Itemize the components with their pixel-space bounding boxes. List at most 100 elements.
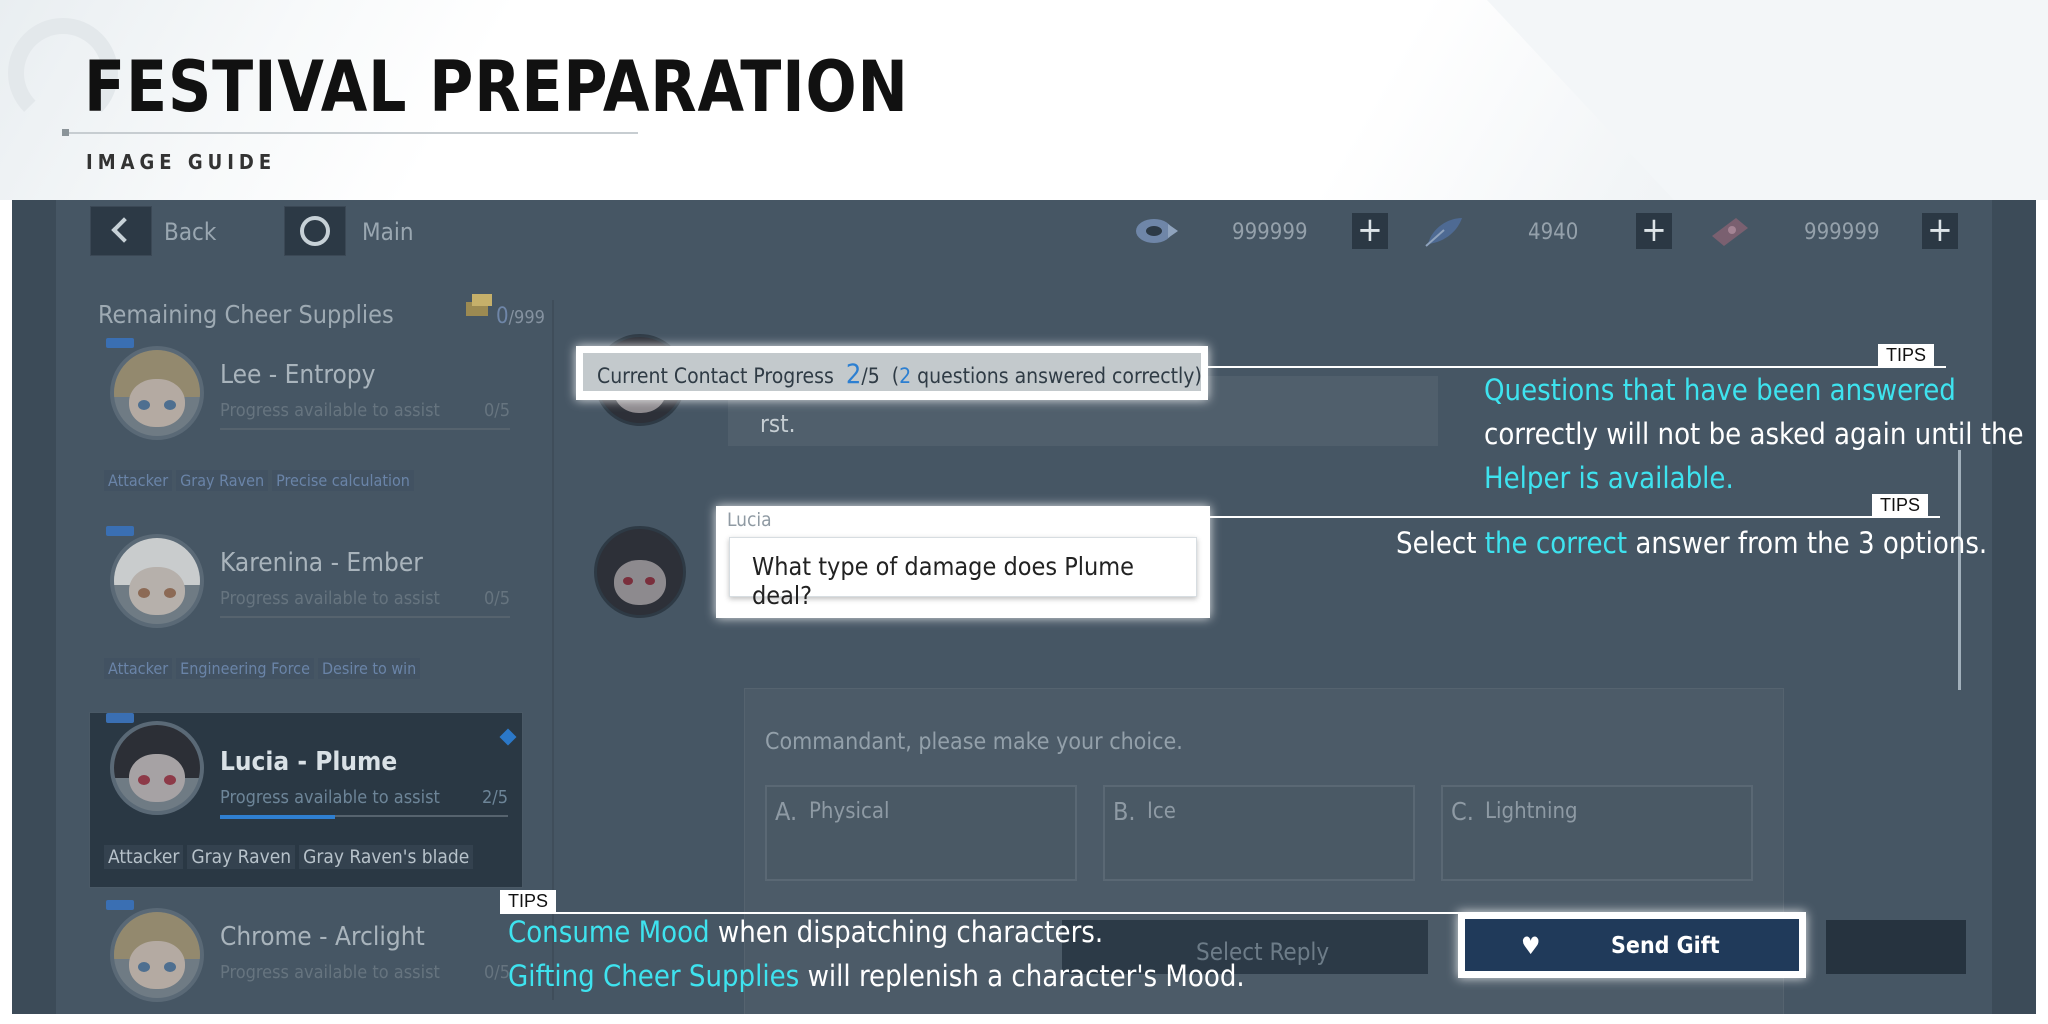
- option-c-button[interactable]: C. Lightning: [1441, 785, 1753, 881]
- character-progress-label: Progress available to assist: [220, 787, 440, 808]
- send-gift-button[interactable]: ♥ Send Gift: [1465, 919, 1799, 971]
- add-currency-2-button[interactable]: +: [1636, 213, 1672, 249]
- choice-prompt: Commandant, please make your choice.: [765, 729, 1183, 755]
- character-tags: Attacker Gray Raven Gray Raven's blade: [104, 845, 474, 869]
- send-gift-highlight: ♥ Send Gift: [1458, 912, 1806, 978]
- page-subtitle: IMAGE GUIDE: [86, 150, 277, 174]
- tip-text: answer from the 3 options.: [1627, 526, 1988, 560]
- chat-dots-icon: [106, 713, 134, 723]
- tips-badge: TIPS: [1872, 494, 1929, 516]
- speaker-avatar: [594, 526, 686, 618]
- character-tag: Attacker: [104, 845, 184, 869]
- chat-dots-icon: [106, 900, 134, 910]
- character-card-lucia[interactable]: Lucia - Plume Progress available to assi…: [89, 712, 523, 888]
- tip-select-answer: Select the correct answer from the 3 opt…: [1396, 521, 1987, 565]
- tips-badge: TIPS: [500, 890, 557, 912]
- contact-progress-note: questions answered correctly): [911, 364, 1202, 388]
- character-progress-label: Progress available to assist: [220, 962, 440, 983]
- character-progress-fill: [220, 815, 336, 819]
- tip-answered-questions: Questions that have been answered correct…: [1484, 368, 2044, 500]
- supplies-max: /999: [508, 307, 545, 328]
- heart-icon: ♥: [1521, 932, 1541, 960]
- contact-progress-label: Current Contact Progress: [597, 364, 834, 388]
- tip-highlight: Gifting Cheer Supplies: [508, 959, 800, 993]
- option-letter: B.: [1113, 797, 1136, 826]
- tips-badge: TIPS: [1878, 344, 1935, 366]
- character-card-karenina[interactable]: Karenina - Ember Progress available to a…: [90, 526, 524, 679]
- currency-1-value: 999999: [1232, 220, 1308, 245]
- character-tag: Gray Raven's blade: [299, 845, 474, 869]
- previous-message-text: rst.: [760, 410, 796, 438]
- character-progress-value: 0/5: [483, 588, 510, 609]
- add-currency-1-button[interactable]: +: [1352, 213, 1388, 249]
- main-button[interactable]: [284, 206, 346, 256]
- character-tag: Gray Raven: [176, 470, 269, 491]
- contact-progress-highlight: Current Contact Progress 2/5 (2 question…: [576, 346, 1208, 400]
- tips-connector-line: [1210, 516, 1940, 518]
- character-progress-bar: [220, 616, 510, 618]
- question-highlight: Lucia What type of damage does Plume dea…: [716, 506, 1210, 618]
- option-b-button[interactable]: B. Ice: [1103, 785, 1415, 881]
- character-name: Karenina - Ember: [220, 548, 423, 578]
- character-tags: Attacker Gray Raven Precise calculation: [104, 470, 414, 491]
- currency-3-value: 999999: [1804, 220, 1880, 245]
- tip-highlight: the correct: [1484, 526, 1628, 560]
- main-label: Main: [362, 218, 414, 246]
- character-tags: Attacker Engineering Force Desire to win: [104, 658, 421, 679]
- character-name: Lee - Entropy: [220, 360, 376, 390]
- avatar: [110, 908, 204, 1002]
- tip-highlight: Questions that have been answered: [1484, 373, 1956, 407]
- contact-progress-current: 2: [845, 359, 862, 390]
- tip-text: will replenish a character's Mood.: [799, 959, 1245, 993]
- gear-token-icon: [1136, 219, 1178, 243]
- option-a-button[interactable]: A. Physical: [765, 785, 1077, 881]
- home-ring-icon: [300, 216, 330, 246]
- option-letter: C.: [1451, 797, 1474, 826]
- character-card-lee[interactable]: Lee - Entropy Progress available to assi…: [90, 338, 524, 491]
- speaker-name: Lucia: [727, 509, 772, 531]
- title-divider: [64, 132, 638, 134]
- tip-highlight: Helper is available.: [1484, 461, 1734, 495]
- contact-progress: Current Contact Progress 2/5 (2 question…: [583, 353, 1202, 391]
- contact-progress-correct-count: 2: [899, 364, 912, 388]
- character-progress-value: 2/5: [481, 787, 508, 808]
- supplies-current: 0: [496, 304, 509, 329]
- character-tag: Engineering Force: [176, 658, 314, 679]
- back-button[interactable]: [90, 206, 152, 256]
- chat-dots-icon: [106, 526, 134, 536]
- contact-progress-note-open: (: [891, 364, 900, 388]
- tip-text: correctly will not be asked again until …: [1484, 417, 2024, 451]
- contact-progress-total: /5: [861, 364, 880, 388]
- character-tag: Attacker: [104, 658, 173, 679]
- tip-text: Select: [1396, 526, 1485, 560]
- avatar: [110, 346, 204, 440]
- character-tag: Gray Raven: [187, 845, 296, 869]
- send-gift-label: Send Gift: [1611, 933, 1720, 959]
- currency-2-value: 4940: [1528, 220, 1579, 245]
- selected-indicator-icon: [499, 728, 517, 746]
- character-tag: Precise calculation: [272, 470, 414, 491]
- secondary-action-button[interactable]: [1826, 920, 1966, 974]
- option-letter: A.: [775, 797, 798, 826]
- character-name: Lucia - Plume: [220, 747, 398, 777]
- character-progress-bar: [220, 815, 508, 819]
- supplies-title: Remaining Cheer Supplies: [98, 300, 394, 329]
- ticket-token-icon: [1712, 218, 1748, 246]
- character-tag: Attacker: [104, 470, 173, 491]
- add-currency-3-button[interactable]: +: [1922, 213, 1958, 249]
- character-progress-value: 0/5: [483, 400, 510, 421]
- character-progress-bar: [220, 428, 510, 430]
- tip-highlight: Consume Mood: [508, 915, 710, 949]
- tip-text: when dispatching characters.: [709, 915, 1104, 949]
- option-text: Ice: [1147, 799, 1176, 824]
- character-progress-label: Progress available to assist: [220, 588, 440, 609]
- avatar: [110, 721, 204, 815]
- avatar: [110, 534, 204, 628]
- character-card-chrome[interactable]: Chrome - Arclight Progress available to …: [90, 900, 524, 1010]
- screen-edge-left: [12, 200, 56, 1014]
- option-text: Lightning: [1485, 799, 1578, 824]
- chat-dots-icon: [106, 338, 134, 348]
- cheer-supplies-icon: [466, 294, 492, 316]
- chevron-left-icon: [111, 217, 137, 243]
- feather-token-icon: [1425, 218, 1462, 247]
